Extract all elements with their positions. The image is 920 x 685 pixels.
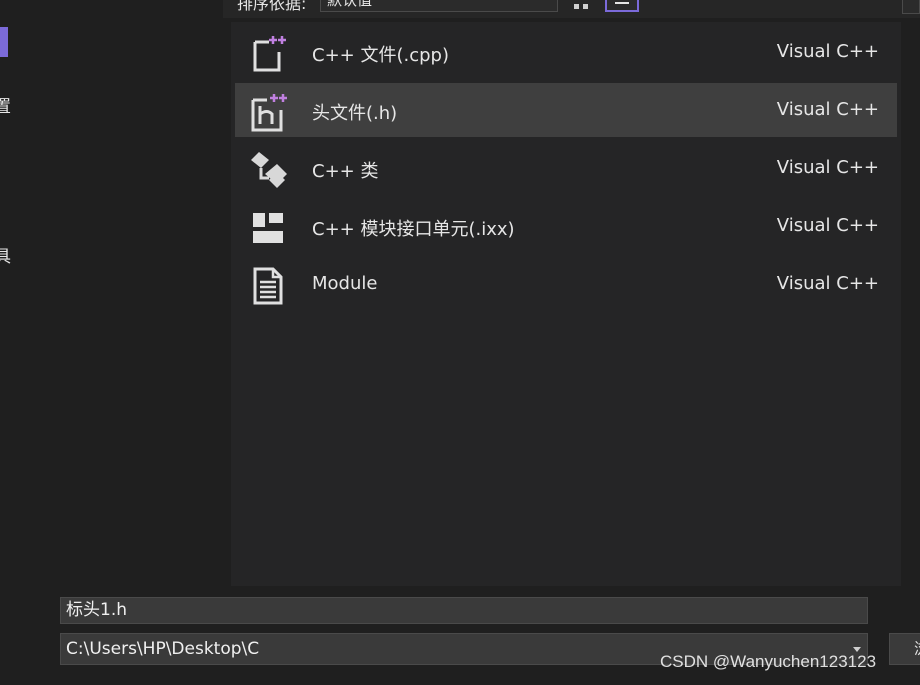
list-view-icon <box>615 2 629 4</box>
template-language: Visual C++ <box>776 157 879 178</box>
cpp-file-icon <box>253 36 286 72</box>
template-language: Visual C++ <box>776 41 879 62</box>
sort-label: 排序依据: <box>237 0 307 13</box>
list-item-selected[interactable]: 头文件(.h) Visual C++ <box>235 83 897 137</box>
template-name: C++ 类 <box>312 161 379 182</box>
sort-dropdown[interactable]: 默认值 <box>320 0 558 12</box>
cpp-class-icon <box>251 152 287 188</box>
list-view-button[interactable] <box>605 0 639 12</box>
location-value: C:\Users\HP\Desktop\C <box>66 639 260 659</box>
category-panel: 置 具 <box>0 0 223 590</box>
module-document-icon <box>253 267 283 305</box>
grid-view-icon[interactable] <box>573 0 589 10</box>
list-item[interactable]: C++ 模块接口单元(.ixx) Visual C++ <box>235 199 897 253</box>
file-name-input[interactable]: 标头1.h <box>60 597 868 624</box>
watermark: CSDN @Wanyuchen123123 <box>660 652 877 671</box>
list-item[interactable]: C++ 文件(.cpp) Visual C++ <box>235 25 897 79</box>
category-item-fragment[interactable]: 置 <box>0 92 11 117</box>
template-name: 头文件(.h) <box>312 103 398 124</box>
toolbar: 排序依据: 默认值 <box>223 0 920 18</box>
header-file-icon <box>251 94 287 132</box>
template-name: Module <box>312 273 378 294</box>
browse-button[interactable]: 浏 <box>889 633 920 665</box>
template-list: C++ 文件(.cpp) Visual C++ 头文件(.h) Visual C… <box>231 22 901 586</box>
template-language: Visual C++ <box>776 215 879 236</box>
list-item[interactable]: Module Visual C++ <box>235 257 897 311</box>
template-name: C++ 模块接口单元(.ixx) <box>312 219 515 240</box>
template-language: Visual C++ <box>776 99 879 120</box>
search-box-edge[interactable] <box>902 0 920 14</box>
module-interface-icon <box>253 213 283 243</box>
template-language: Visual C++ <box>776 273 879 294</box>
list-item[interactable]: C++ 类 Visual C++ <box>235 141 897 195</box>
template-name: C++ 文件(.cpp) <box>312 45 449 66</box>
selected-category-indicator[interactable] <box>0 27 8 57</box>
category-item-fragment[interactable]: 具 <box>0 242 11 267</box>
